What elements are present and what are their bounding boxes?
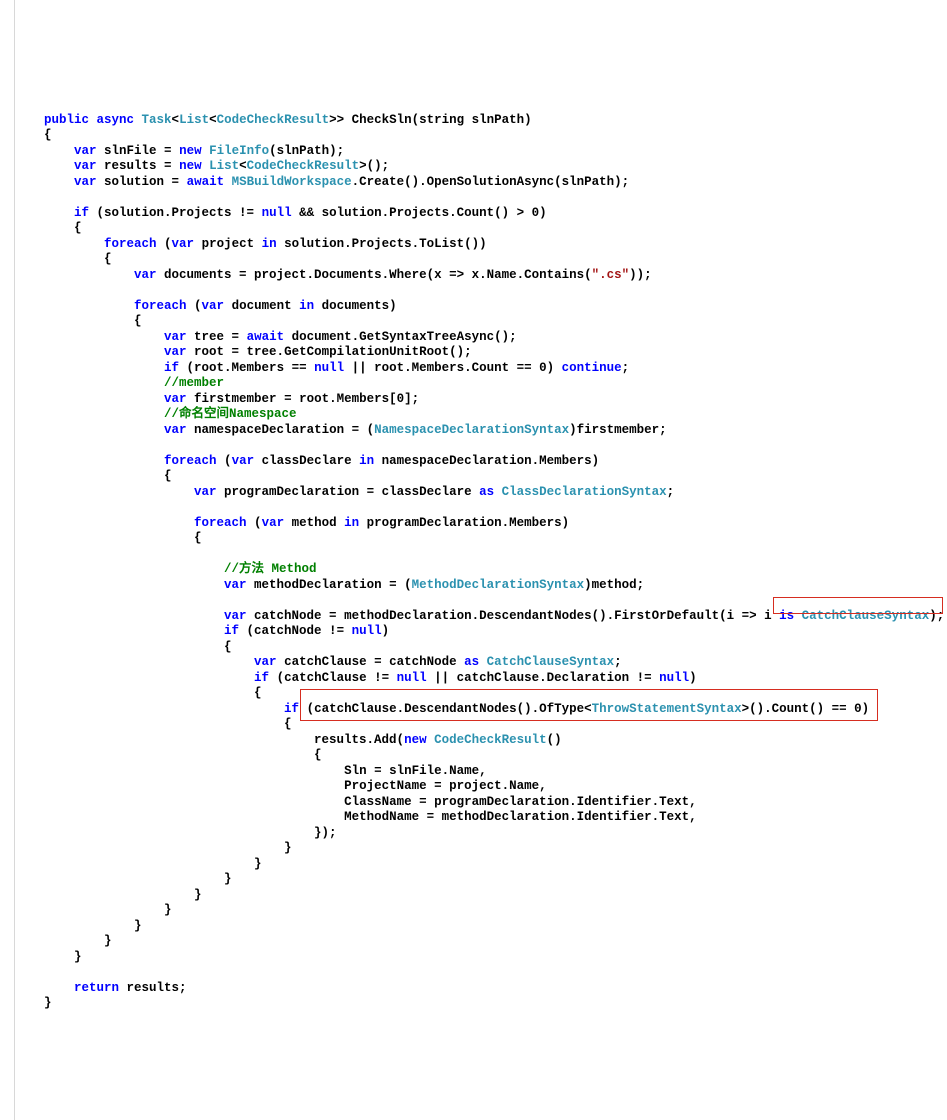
code-line: if (catchNode != null)	[44, 624, 389, 638]
code-line	[44, 283, 52, 297]
code-line: {	[44, 128, 52, 142]
code-line: {	[44, 314, 142, 328]
code-line: results.Add(new CodeCheckResult()	[44, 733, 562, 747]
code-line: var solution = await MSBuildWorkspace.Cr…	[44, 175, 629, 189]
code-line: var methodDeclaration = (MethodDeclarati…	[44, 578, 644, 592]
code-line: var slnFile = new FileInfo(slnPath);	[44, 144, 344, 158]
code-line: var tree = await document.GetSyntaxTreeA…	[44, 330, 517, 344]
editor-gutter	[0, 0, 15, 1120]
code-line: return results;	[44, 981, 187, 995]
code-line	[44, 190, 52, 204]
code-line: var results = new List<CodeCheckResult>(…	[44, 159, 389, 173]
code-line: var documents = project.Documents.Where(…	[44, 268, 652, 282]
code-line	[44, 965, 52, 979]
code-line: }	[44, 919, 142, 933]
code-line: {	[44, 640, 232, 654]
code-editor-content: public async Task<List<CodeCheckResult>>…	[20, 97, 947, 1043]
code-line	[44, 438, 52, 452]
code-line: }	[44, 857, 262, 871]
code-line: //方法 Method	[44, 562, 317, 576]
code-line: var namespaceDeclaration = (NamespaceDec…	[44, 423, 667, 437]
code-line: }	[44, 934, 112, 948]
code-line: }	[44, 872, 232, 886]
code-line: //member	[44, 376, 224, 390]
code-line: var root = tree.GetCompilationUnitRoot()…	[44, 345, 472, 359]
code-line: if (root.Members == null || root.Members…	[44, 361, 629, 375]
code-line: {	[44, 252, 112, 266]
code-line: var catchClause = catchNode as CatchClau…	[44, 655, 622, 669]
code-line: //命名空间Namespace	[44, 407, 297, 421]
code-line	[44, 500, 52, 514]
code-line: foreach (var classDeclare in namespaceDe…	[44, 454, 599, 468]
code-line: MethodName = methodDeclaration.Identifie…	[44, 810, 697, 824]
code-line	[44, 547, 52, 561]
code-line: foreach (var project in solution.Project…	[44, 237, 487, 251]
code-line: foreach (var method in programDeclaratio…	[44, 516, 569, 530]
code-line: }	[44, 888, 202, 902]
code-line: if (solution.Projects != null && solutio…	[44, 206, 547, 220]
code-line: {	[44, 221, 82, 235]
code-line: }	[44, 950, 82, 964]
code-line	[44, 593, 52, 607]
code-line: {	[44, 469, 172, 483]
code-line: {	[44, 531, 202, 545]
code-line: Sln = slnFile.Name,	[44, 764, 487, 778]
code-line: if (catchClause != null || catchClause.D…	[44, 671, 697, 685]
code-line: if (catchClause.DescendantNodes().OfType…	[44, 702, 869, 716]
code-line: }	[44, 841, 292, 855]
code-line: var programDeclaration = classDeclare as…	[44, 485, 674, 499]
code-line: ProjectName = project.Name,	[44, 779, 547, 793]
code-line: foreach (var document in documents)	[44, 299, 397, 313]
code-line: }	[44, 996, 52, 1010]
code-line: public async Task<List<CodeCheckResult>>…	[44, 113, 532, 127]
code-line: ClassName = programDeclaration.Identifie…	[44, 795, 697, 809]
code-line: var firstmember = root.Members[0];	[44, 392, 419, 406]
code-line: });	[44, 826, 337, 840]
code-line: var catchNode = methodDeclaration.Descen…	[44, 609, 944, 623]
code-line: {	[44, 686, 262, 700]
code-line: }	[44, 903, 172, 917]
code-line: {	[44, 717, 292, 731]
code-line: {	[44, 748, 322, 762]
